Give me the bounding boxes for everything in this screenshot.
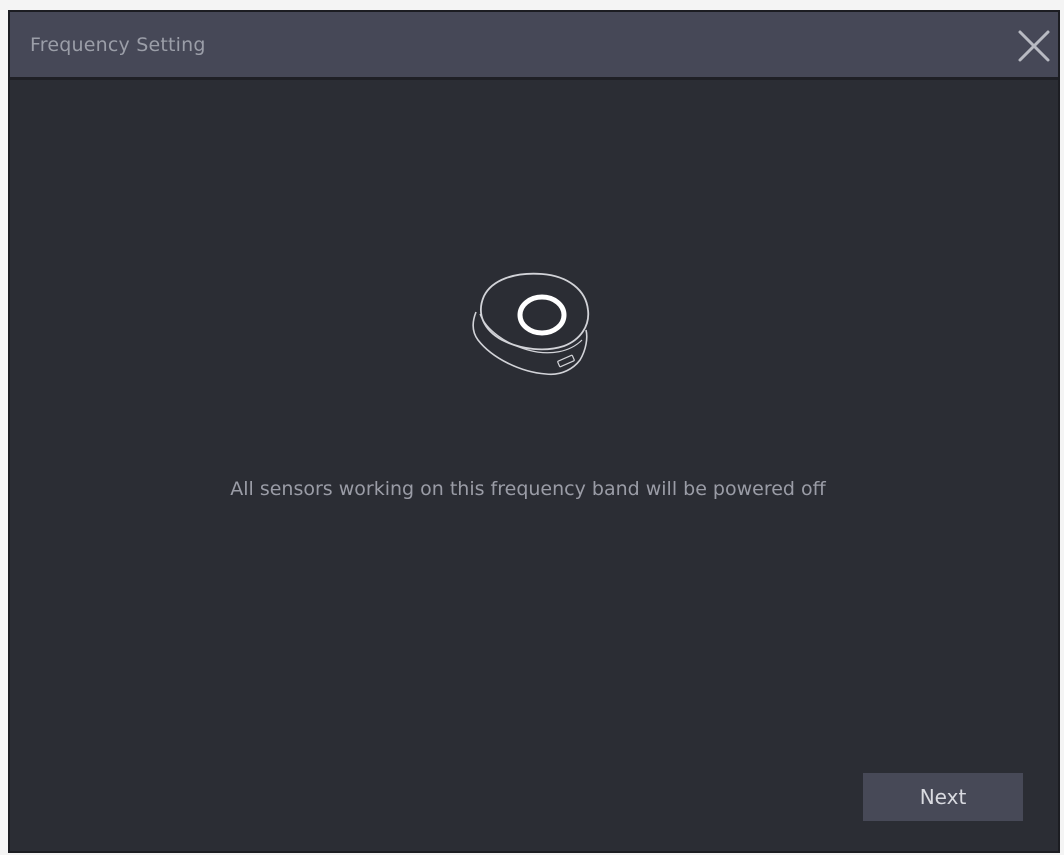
next-button[interactable]: Next bbox=[863, 773, 1023, 821]
dialog-titlebar: Frequency Setting bbox=[10, 12, 1058, 80]
frequency-setting-dialog: Frequency Setting All sensors working on… bbox=[8, 10, 1060, 853]
power-off-warning-message: All sensors working on this frequency ba… bbox=[230, 478, 826, 500]
sensor-device-icon bbox=[462, 264, 602, 388]
close-icon[interactable] bbox=[1014, 26, 1054, 66]
dialog-title: Frequency Setting bbox=[30, 34, 206, 56]
